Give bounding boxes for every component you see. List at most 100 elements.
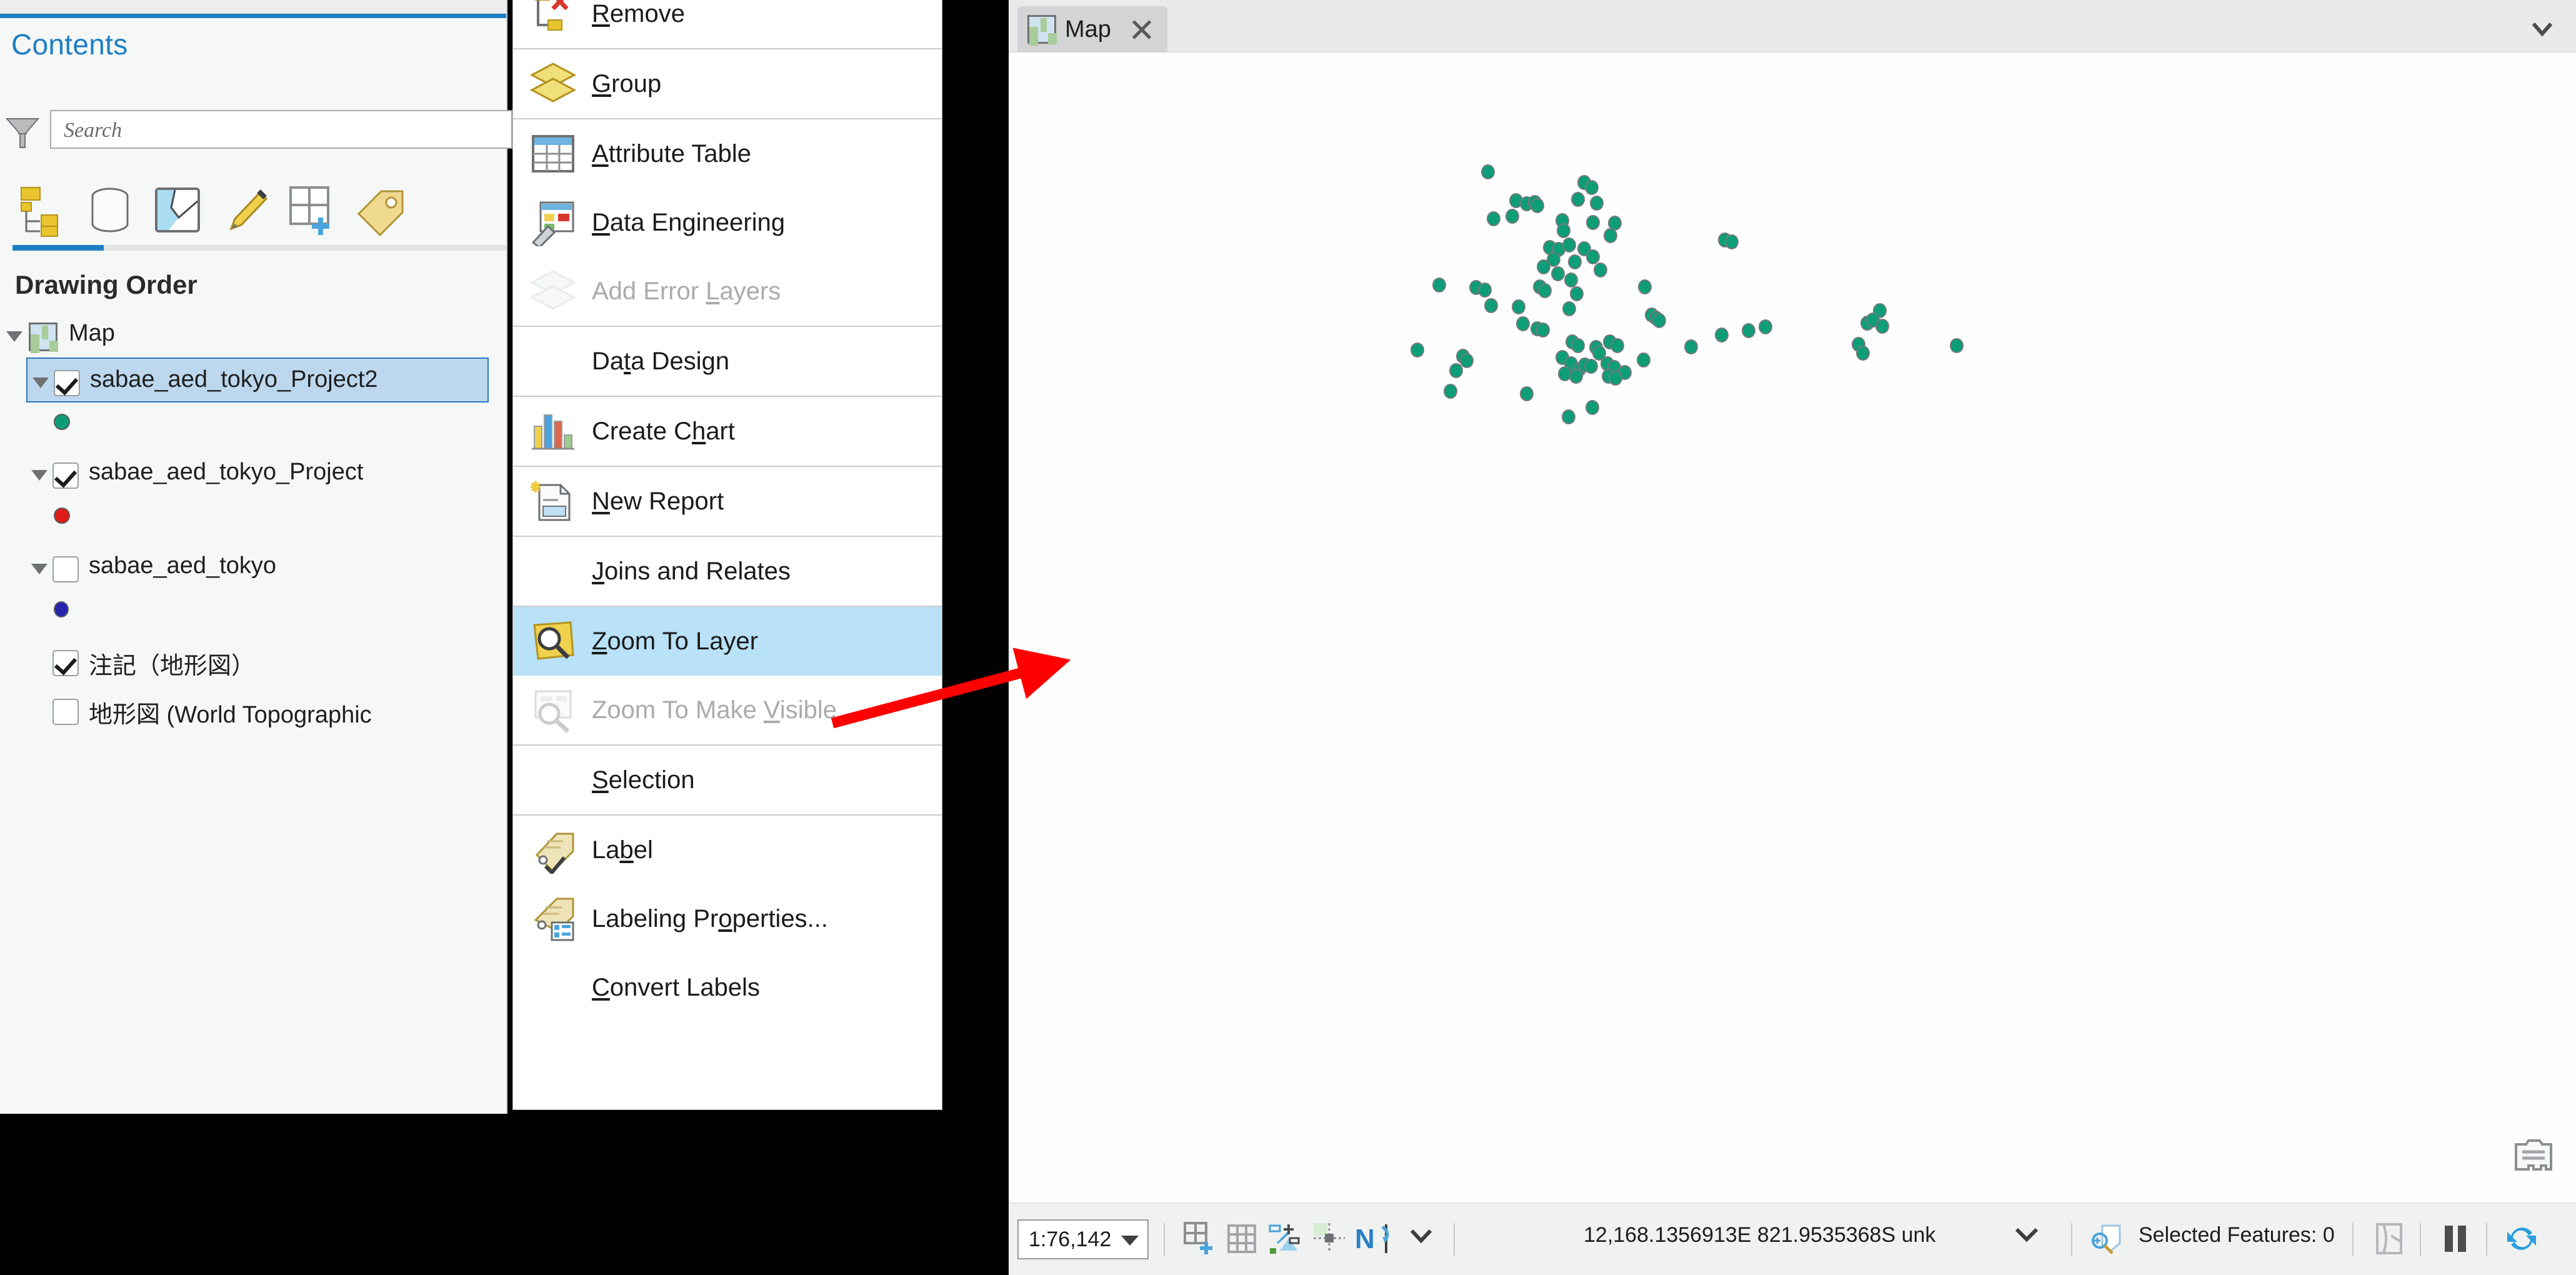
close-icon[interactable] (1130, 18, 1154, 41)
data-source-icon[interactable] (82, 182, 137, 238)
chevron-down-icon[interactable] (2014, 1226, 2040, 1252)
map-point-feature[interactable] (1715, 328, 1729, 342)
chevron-down-icon[interactable] (31, 470, 47, 481)
menu-item-zoom-to-layer[interactable]: Zoom To Layer (513, 607, 942, 676)
map-point-feature[interactable] (1481, 164, 1495, 179)
map-point-feature[interactable] (1571, 338, 1585, 353)
map-point-feature[interactable] (1610, 338, 1624, 353)
chevron-down-icon[interactable] (31, 564, 47, 574)
map-point-feature[interactable] (1512, 299, 1525, 314)
map-point-feature[interactable] (1487, 211, 1500, 226)
map-point-feature[interactable] (1585, 180, 1599, 195)
map-point-feature[interactable] (1478, 282, 1492, 298)
label-tag-icon[interactable] (350, 182, 405, 238)
map-point-feature[interactable] (1530, 198, 1544, 213)
tree-row-sabae-aed-tokyo[interactable]: sabae_aed_tokyo (26, 545, 489, 590)
menu-item-labeling-properties[interactable]: Labeling Properties... (513, 884, 942, 953)
tree-row-sabae-aed-tokyo-project2[interactable]: sabae_aed_tokyo_Project2 (26, 358, 489, 402)
map-point-feature[interactable] (1609, 371, 1622, 386)
menu-item-new-report[interactable]: New Report (513, 467, 942, 536)
map-point-feature[interactable] (1562, 409, 1575, 424)
map-point-feature[interactable] (1505, 209, 1519, 224)
refresh-icon[interactable] (2505, 1222, 2539, 1256)
map-point-feature[interactable] (1742, 323, 1755, 338)
layer-visibility-checkbox[interactable] (54, 370, 80, 396)
legend-icon[interactable] (2511, 1137, 2556, 1176)
map-point-feature[interactable] (1725, 234, 1739, 249)
map-point-feature[interactable] (1571, 192, 1585, 207)
map-point-feature[interactable] (1537, 259, 1550, 274)
map-point-feature[interactable] (1562, 238, 1576, 252)
tab-map[interactable]: Map (1017, 6, 1167, 52)
map-point-feature[interactable] (1484, 298, 1498, 313)
map-point-feature[interactable] (1585, 400, 1599, 415)
map-point-feature[interactable] (1586, 215, 1600, 230)
add-grid-icon[interactable] (1182, 1222, 1216, 1256)
map-point-feature[interactable] (1759, 319, 1772, 334)
selection-icon[interactable] (150, 182, 205, 238)
map-point-feature[interactable] (1584, 359, 1598, 374)
tree-row-map[interactable]: Map (0, 312, 506, 358)
map-point-feature[interactable] (1432, 278, 1446, 292)
map-point-feature[interactable] (1570, 286, 1584, 301)
menu-item-convert-labels[interactable]: Convert Labels (513, 953, 942, 1022)
map-point-feature[interactable] (1875, 319, 1889, 334)
map-canvas[interactable] (1009, 53, 2576, 1202)
layer-visibility-checkbox[interactable] (52, 699, 79, 725)
map-point-feature[interactable] (1950, 338, 1964, 353)
map-point-feature[interactable] (1586, 249, 1600, 264)
chevron-down-icon[interactable] (32, 378, 49, 388)
chevron-down-icon[interactable] (1121, 1236, 1139, 1246)
map-point-feature[interactable] (1449, 363, 1463, 378)
map-point-feature[interactable] (1460, 353, 1474, 368)
map-point-feature[interactable] (1604, 228, 1617, 243)
tree-row-world-topographic[interactable]: 地形図 (World Topographic (26, 688, 501, 732)
map-point-feature[interactable] (1638, 279, 1652, 294)
map-point-feature[interactable] (1410, 342, 1424, 358)
map-point-feature[interactable] (1568, 254, 1582, 269)
menu-item-selection[interactable]: Selection (513, 746, 942, 814)
map-point-feature[interactable] (1536, 322, 1550, 338)
map-point-feature[interactable] (1562, 301, 1576, 316)
drawing-order-icon[interactable] (11, 182, 66, 238)
filter-icon[interactable] (5, 115, 40, 149)
layer-visibility-checkbox[interactable] (52, 462, 79, 489)
chevron-down-icon[interactable] (1409, 1227, 1442, 1261)
tree-row-annotation-topographic[interactable]: 注記（地形図） (26, 639, 489, 684)
map-point-feature[interactable] (1590, 196, 1604, 211)
map-point-feature[interactable] (1684, 339, 1698, 354)
menu-item-data-engineering[interactable]: Data Engineering (513, 188, 942, 257)
menu-item-attribute-table[interactable]: Attribute Table (513, 119, 942, 188)
map-point-feature[interactable] (1569, 369, 1583, 384)
snapping-icon[interactable] (1267, 1222, 1301, 1256)
layer-visibility-checkbox[interactable] (52, 650, 79, 676)
map-point-feature[interactable] (1856, 346, 1870, 361)
chevron-down-icon[interactable] (2530, 16, 2555, 41)
edit-vertex-icon[interactable] (1312, 1222, 1346, 1256)
tree-row-sabae-aed-tokyo-project[interactable]: sabae_aed_tokyo_Project (26, 451, 489, 496)
map-point-feature[interactable] (1564, 272, 1578, 288)
search-input[interactable]: Search (50, 110, 512, 149)
map-point-feature[interactable] (1444, 384, 1457, 399)
menu-item-joins-and-relates[interactable]: Joins and Relates (513, 537, 942, 606)
menu-item-group[interactable]: Group (513, 49, 942, 118)
map-point-feature[interactable] (1516, 316, 1530, 331)
map-point-feature[interactable] (1594, 262, 1607, 278)
scale-selector[interactable]: 1:76,142 (1017, 1219, 1149, 1259)
map-point-feature[interactable] (1551, 266, 1565, 281)
map-point-feature[interactable] (1520, 386, 1534, 401)
map-point-feature[interactable] (1637, 352, 1650, 368)
menu-item-create-chart[interactable]: Create Chart (513, 397, 942, 466)
layer-visibility-checkbox[interactable] (52, 556, 79, 582)
menu-item-label[interactable]: Label (513, 816, 942, 884)
chevron-down-icon[interactable] (6, 331, 22, 342)
map-point-feature[interactable] (1538, 283, 1552, 298)
add-field-icon[interactable] (284, 182, 339, 238)
menu-item-remove[interactable]: Remove (513, 0, 942, 48)
menu-item-data-design[interactable]: Data Design (513, 327, 942, 396)
grid-icon[interactable] (1225, 1222, 1259, 1256)
pause-icon[interactable] (2439, 1222, 2472, 1256)
north-flow-icon[interactable]: N (1354, 1222, 1401, 1256)
selection-zoom-icon[interactable] (2090, 1222, 2124, 1256)
map-point-feature[interactable] (1652, 313, 1666, 328)
